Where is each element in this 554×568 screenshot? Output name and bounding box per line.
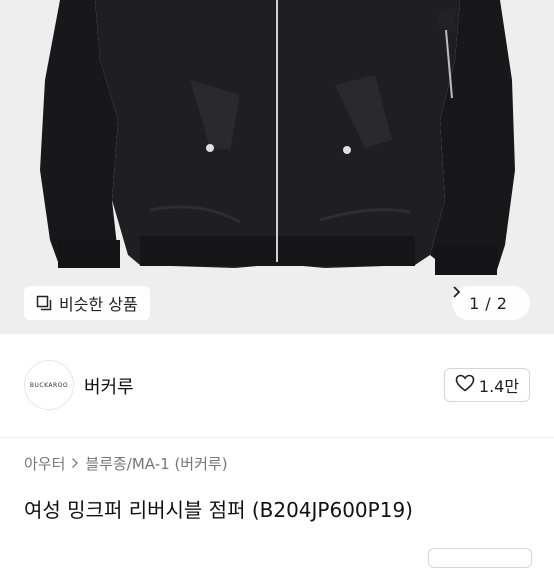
partial-button[interactable] xyxy=(428,548,532,568)
breadcrumb-chevron-icon xyxy=(71,455,79,473)
similar-products-button[interactable]: 비슷한 상품 xyxy=(24,286,150,320)
breadcrumb: 아우터 블루종/MA-1 (버커루) xyxy=(24,453,228,474)
like-count: 1.4만 xyxy=(478,377,520,396)
brand-name[interactable]: 버커루 xyxy=(84,373,134,399)
section-divider xyxy=(0,437,554,438)
breadcrumb-item-category[interactable]: 블루종/MA-1 (버커루) xyxy=(85,453,227,474)
breadcrumb-item-outer[interactable]: 아우터 xyxy=(24,453,65,474)
image-pager[interactable]: 1 / 2 xyxy=(452,286,530,320)
jacket-image xyxy=(40,0,515,275)
brand-logo-text: BUCKAROO xyxy=(29,381,69,389)
similar-products-label: 비슷한 상품 xyxy=(59,295,138,314)
pager-current: 1 xyxy=(469,293,480,313)
brand-logo[interactable]: BUCKAROO xyxy=(24,360,74,410)
heart-icon xyxy=(455,374,475,396)
like-button[interactable]: 1.4만 xyxy=(444,368,530,402)
similar-products-icon xyxy=(36,295,52,311)
pager-total: 2 xyxy=(496,293,507,313)
pager-separator: / xyxy=(485,293,491,313)
product-image-gallery[interactable]: 비슷한 상품 1 / 2 xyxy=(0,0,554,334)
product-title: 여성 밍크퍼 리버시블 점퍼 (B204JP600P19) xyxy=(24,498,413,522)
